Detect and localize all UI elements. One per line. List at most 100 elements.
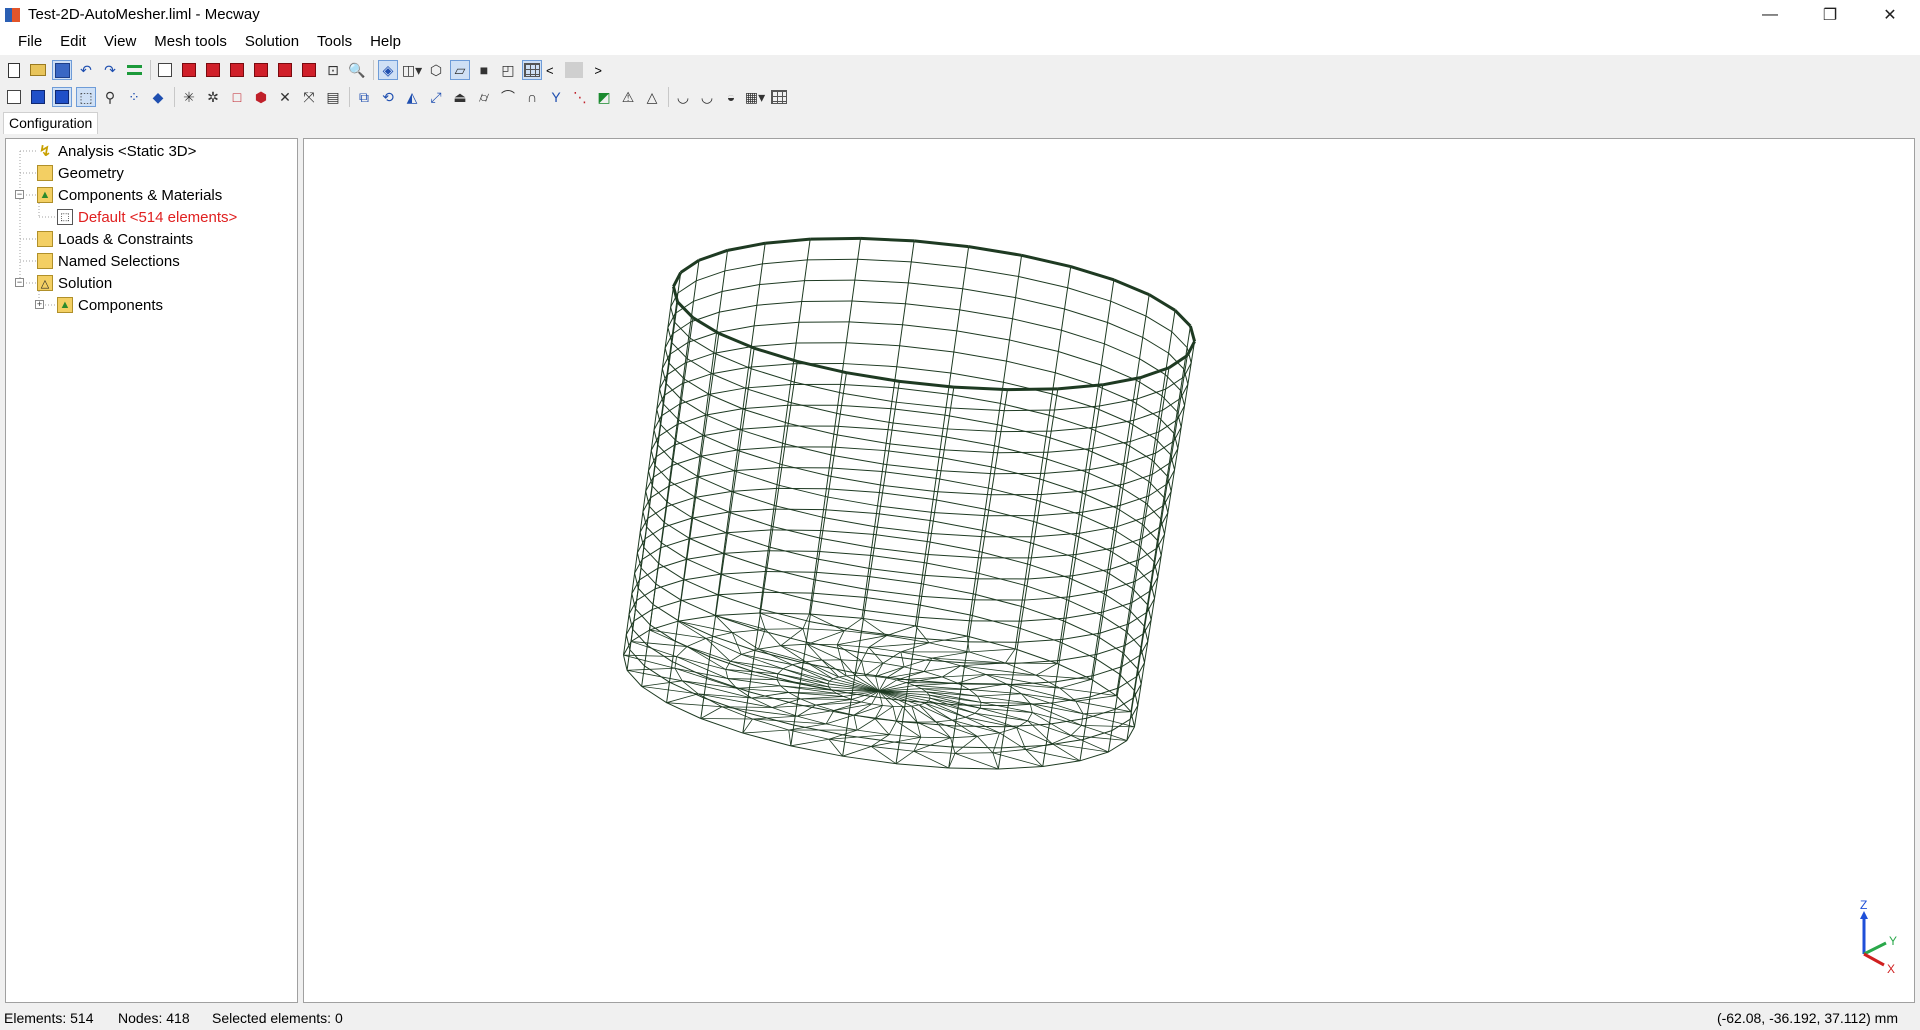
open-file-button[interactable] <box>28 60 48 80</box>
tree-item-solution[interactable]: △ Solution <box>37 272 112 294</box>
shell-button[interactable]: ◡ <box>673 87 693 107</box>
box-button[interactable]: □ <box>227 87 247 107</box>
menu-edit[interactable]: Edit <box>51 30 95 54</box>
properties-button[interactable]: ▤ <box>323 87 343 107</box>
restore-button[interactable]: ❐ <box>1800 0 1860 29</box>
point-tool-button[interactable]: ⋱ <box>570 87 590 107</box>
mesh-edge <box>745 384 791 389</box>
mesh-cap-edge <box>992 752 999 770</box>
mesh-edge <box>1069 577 1105 595</box>
tree-item-named-selections[interactable]: Named Selections <box>37 250 180 272</box>
mesh-edge <box>877 526 932 535</box>
refine-button[interactable]: ◩ <box>594 87 614 107</box>
zoom-fit-button[interactable]: ⊡ <box>323 60 343 80</box>
delete-button[interactable]: ✕ <box>275 87 295 107</box>
scroll-right-icon[interactable]: > <box>594 63 602 78</box>
sweep-button[interactable]: ⌒ <box>498 87 518 107</box>
split-button[interactable]: ✲ <box>203 87 223 107</box>
mesh-edge <box>635 608 651 626</box>
select-faces-button[interactable] <box>28 87 48 107</box>
explode-button[interactable]: ✳ <box>179 87 199 107</box>
view-iso-button[interactable] <box>155 60 175 80</box>
solid-button[interactable]: ■ <box>474 60 494 80</box>
toolbar-separator <box>373 60 374 80</box>
view-right-button[interactable] <box>251 60 271 80</box>
tree-item-loads-constraints[interactable]: Loads & Constraints <box>37 228 193 250</box>
triangulate-button[interactable]: ⚠ <box>618 87 638 107</box>
triangle-button[interactable]: △ <box>642 87 662 107</box>
outline-button[interactable]: ◰ <box>498 60 518 80</box>
collapse-solution-toggle[interactable]: − <box>15 278 24 287</box>
select-elements-button[interactable] <box>4 87 24 107</box>
select-solid-button[interactable] <box>52 87 72 107</box>
mesh-display-button[interactable] <box>522 60 542 80</box>
mesh-wireframe[interactable] <box>304 139 1914 1002</box>
revolve-button[interactable]: ⌭ <box>474 87 494 107</box>
view-bottom-button[interactable] <box>299 60 319 80</box>
select-feature-button[interactable]: ◆ <box>148 87 168 107</box>
rotate-button[interactable]: ⟲ <box>378 87 398 107</box>
mesh-edge <box>769 546 819 560</box>
mesh-edge <box>640 567 657 585</box>
mesh-edge <box>677 614 716 622</box>
analysis-lightning-icon: ↯ <box>38 143 52 160</box>
scroll-left-icon[interactable]: < <box>546 63 554 78</box>
wireframe-button[interactable]: ⬡ <box>426 60 446 80</box>
mesh-top-rim-edge <box>718 331 755 350</box>
menu-help[interactable]: Help <box>361 30 410 54</box>
extrude-button[interactable]: ⏏ <box>450 87 470 107</box>
surface-button[interactable]: ▱ <box>450 60 470 80</box>
expand-solution-components-toggle[interactable]: + <box>35 300 44 309</box>
menu-view[interactable]: View <box>95 30 145 54</box>
tree-item-geometry[interactable]: Geometry <box>37 162 124 184</box>
scale-button[interactable]: ⤢ <box>426 87 446 107</box>
collapse-components-toggle[interactable]: − <box>15 190 24 199</box>
equal-button[interactable] <box>124 60 144 80</box>
redo-button[interactable]: ↷ <box>100 60 120 80</box>
mesh-cap-edge <box>677 620 733 633</box>
undo-button[interactable]: ↶ <box>76 60 96 80</box>
new-file-button[interactable] <box>4 60 24 80</box>
toolbar-scroller[interactable]: < > <box>546 61 602 79</box>
view-dropdown-button[interactable]: ◫▾ <box>402 60 422 80</box>
render-mode-button[interactable]: ◈ <box>378 60 398 80</box>
model-viewport[interactable]: Z Y X <box>303 138 1915 1003</box>
tree-item-default-component[interactable]: ⬚ Default <514 elements> <box>57 206 237 228</box>
zoom-button[interactable]: 🔍 <box>347 60 367 80</box>
view-left-button[interactable] <box>227 60 247 80</box>
bend-button[interactable]: ∩ <box>522 87 542 107</box>
table-button[interactable] <box>769 87 789 107</box>
tab-configuration[interactable]: Configuration <box>3 112 99 134</box>
shell-thick-button[interactable]: ◡ <box>697 87 717 107</box>
mesh-cap-edge <box>1082 713 1135 728</box>
mesh-edge <box>720 570 766 575</box>
branch-button[interactable]: Y <box>546 87 566 107</box>
shell-icon: ◡ <box>676 89 690 105</box>
scroll-thumb[interactable] <box>565 62 583 78</box>
tree-item-components-materials[interactable]: ▲ Components & Materials <box>37 184 222 206</box>
menu-solution[interactable]: Solution <box>236 30 308 54</box>
menu-mesh-tools[interactable]: Mesh tools <box>145 30 236 54</box>
mesh-cap-edge <box>954 736 978 754</box>
select-edges-button[interactable]: ⚲ <box>100 87 120 107</box>
shell-solid-button[interactable]: ◒ <box>721 87 741 107</box>
node-tool-button[interactable]: ⤧ <box>299 87 319 107</box>
view-top-button[interactable] <box>275 60 295 80</box>
view-back-button[interactable] <box>203 60 223 80</box>
select-nodes-button[interactable]: ⁘ <box>124 87 144 107</box>
mesh-edge <box>1125 631 1142 648</box>
view-front-button[interactable] <box>179 60 199 80</box>
select-pointer-button[interactable]: ⬚ <box>76 87 96 107</box>
save-button[interactable] <box>52 60 72 80</box>
move-button[interactable]: ⧉ <box>354 87 374 107</box>
more-tools-button[interactable]: ▦▾ <box>745 87 765 107</box>
menu-tools[interactable]: Tools <box>308 30 361 54</box>
tree-item-solution-components[interactable]: ▲ Components <box>57 294 163 316</box>
close-button[interactable]: ✕ <box>1860 0 1920 29</box>
mesh-edge <box>886 464 942 472</box>
tree-item-analysis[interactable]: ↯ Analysis <Static 3D> <box>37 140 197 162</box>
mirror-button[interactable]: ◭ <box>402 87 422 107</box>
minimize-button[interactable]: — <box>1740 0 1800 29</box>
cube-outline-button[interactable]: ⬢ <box>251 87 271 107</box>
menu-file[interactable]: File <box>9 30 51 54</box>
